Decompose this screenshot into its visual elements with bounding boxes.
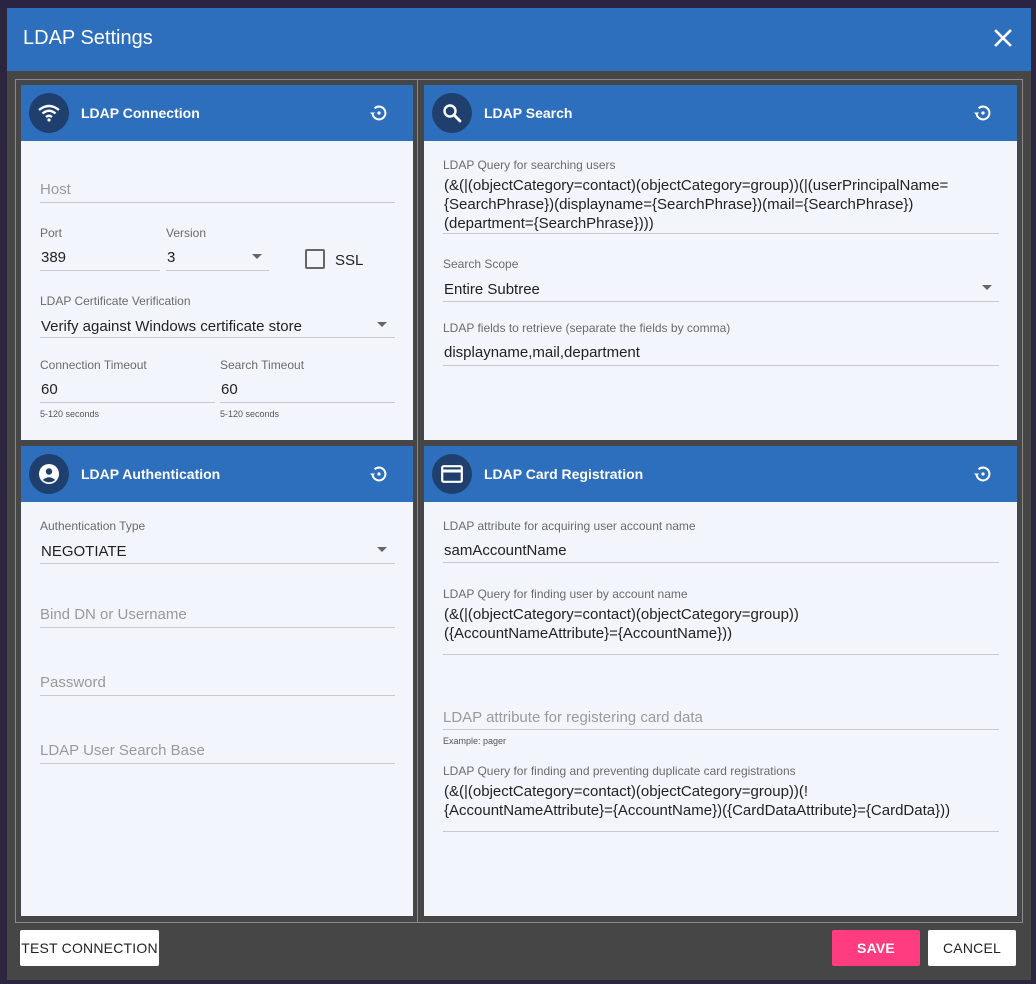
version-label: Version xyxy=(166,226,207,240)
panel-title: LDAP Search xyxy=(484,105,573,121)
search-scope-select[interactable]: Entire Subtree xyxy=(444,280,540,299)
panel-title: LDAP Card Registration xyxy=(484,466,644,482)
user-search-base-input[interactable]: LDAP User Search Base xyxy=(40,742,205,759)
panel-icon xyxy=(29,93,69,133)
connection-timeout-label: Connection Timeout xyxy=(40,358,147,372)
panel-icon xyxy=(432,454,472,494)
ldap-connection-panel: LDAP Connection Host Port 389 Version 3 … xyxy=(21,85,413,440)
connection-timeout-hint: 5-120 seconds xyxy=(40,409,100,419)
search-scope-underline xyxy=(443,301,999,302)
auth-type-label: Authentication Type xyxy=(40,519,146,533)
search-query-line: (department={SearchPhrase}))) xyxy=(444,215,654,232)
connection-timeout-underline xyxy=(40,402,215,403)
fields-to-retrieve-input[interactable]: displayname,mail,department xyxy=(444,343,640,362)
port-input[interactable]: 389 xyxy=(41,248,66,267)
ldap-search-panel: LDAP Search LDAP Query for searching use… xyxy=(424,85,1017,440)
reset-authentication-button[interactable] xyxy=(367,462,391,486)
ssl-label: SSL xyxy=(335,252,364,269)
search-scope-dropdown-icon[interactable] xyxy=(982,285,992,290)
cancel-button[interactable]: CANCEL xyxy=(928,930,1016,966)
search-timeout-label: Search Timeout xyxy=(220,358,305,372)
account-attribute-underline xyxy=(443,562,999,563)
panel-header: LDAP Card Registration xyxy=(424,446,1017,502)
panel-header: LDAP Search xyxy=(424,85,1017,141)
panel-icon xyxy=(432,93,472,133)
panels-divider xyxy=(417,79,418,923)
restore-icon xyxy=(974,105,991,121)
card-attribute-input[interactable]: LDAP attribute for registering card data xyxy=(443,709,703,726)
fields-to-retrieve-label: LDAP fields to retrieve (separate the fi… xyxy=(443,321,731,335)
host-input[interactable]: Host xyxy=(40,181,71,198)
auth-type-select[interactable]: NEGOTIATE xyxy=(41,542,127,561)
panel-title: LDAP Authentication xyxy=(81,466,221,482)
dialog-title: LDAP Settings xyxy=(23,27,153,49)
duplicate-query-line: {AccountNameAttribute}={AccountName})({C… xyxy=(444,802,951,819)
panel-title: LDAP Connection xyxy=(81,105,200,121)
ldap-settings-dialog: LDAP Settings LDAP Connection Host Port … xyxy=(7,8,1031,980)
panel-header: LDAP Authentication xyxy=(21,446,413,502)
search-timeout-hint: 5-120 seconds xyxy=(220,409,280,419)
panel-header: LDAP Connection xyxy=(21,85,413,141)
search-query-line: {SearchPhrase})(displayname={SearchPhras… xyxy=(444,196,914,213)
panel-icon xyxy=(29,454,69,494)
duplicate-query-label: LDAP Query for finding and preventing du… xyxy=(443,764,796,778)
restore-icon xyxy=(370,466,387,482)
reset-search-button[interactable] xyxy=(971,101,995,125)
user-search-base-underline xyxy=(40,763,395,764)
version-dropdown-icon[interactable] xyxy=(252,254,262,259)
test-connection-button[interactable]: TEST CONNECTION xyxy=(20,930,159,966)
dialog-header: LDAP Settings xyxy=(7,8,1031,71)
close-button[interactable] xyxy=(989,24,1017,52)
card-attribute-hint: Example: pager xyxy=(443,736,507,746)
cert-verification-select[interactable]: Verify against Windows certificate store xyxy=(41,317,302,336)
auth-type-underline xyxy=(40,563,395,564)
ssl-checkbox[interactable] xyxy=(305,249,325,269)
find-user-query-underline xyxy=(443,654,999,655)
version-select[interactable]: 3 xyxy=(167,248,175,267)
ldap-authentication-panel: LDAP Authentication Authentication Type … xyxy=(21,446,413,916)
account-attribute-input[interactable]: samAccountName xyxy=(444,541,567,560)
port-label: Port xyxy=(40,226,63,240)
close-icon xyxy=(994,29,1012,47)
search-timeout-input[interactable]: 60 xyxy=(221,380,238,399)
credit-card-icon xyxy=(441,465,463,483)
search-icon xyxy=(443,104,462,123)
account-attribute-label: LDAP attribute for acquiring user accoun… xyxy=(443,519,696,533)
connection-timeout-input[interactable]: 60 xyxy=(41,380,58,399)
password-input[interactable]: Password xyxy=(40,674,106,691)
fields-to-retrieve-underline xyxy=(443,365,999,366)
find-user-query-label: LDAP Query for finding user by account n… xyxy=(443,587,688,601)
save-button[interactable]: SAVE xyxy=(832,930,920,966)
host-underline xyxy=(40,202,395,203)
account-circle-icon xyxy=(39,464,59,484)
search-scope-label: Search Scope xyxy=(443,257,519,271)
restore-icon xyxy=(370,105,387,121)
reset-card-registration-button[interactable] xyxy=(971,462,995,486)
bind-dn-underline xyxy=(40,627,395,628)
bind-dn-input[interactable]: Bind DN or Username xyxy=(40,606,187,623)
auth-type-dropdown-icon[interactable] xyxy=(377,547,387,552)
cert-underline xyxy=(40,337,395,338)
password-underline xyxy=(40,695,395,696)
wifi-icon xyxy=(38,104,60,122)
duplicate-query-underline xyxy=(443,831,999,832)
restore-icon xyxy=(974,466,991,482)
ldap-card-registration-panel: LDAP Card Registration LDAP attribute fo… xyxy=(424,446,1017,916)
find-user-query-line: (&(|(objectCategory=contact)(objectCateg… xyxy=(444,606,799,623)
search-query-underline xyxy=(443,233,999,234)
backdrop xyxy=(0,0,1036,8)
reset-connection-button[interactable] xyxy=(367,101,391,125)
search-query-label: LDAP Query for searching users xyxy=(443,158,616,172)
duplicate-query-line: (&(|(objectCategory=contact)(objectCateg… xyxy=(444,783,809,800)
version-underline xyxy=(166,270,269,271)
card-attribute-underline xyxy=(443,729,999,730)
search-timeout-underline xyxy=(220,402,395,403)
cert-verification-label: LDAP Certificate Verification xyxy=(40,294,191,308)
search-query-line: (&(|(objectCategory=contact)(objectCateg… xyxy=(444,177,949,194)
cert-dropdown-icon[interactable] xyxy=(377,322,387,327)
find-user-query-line: ({AccountNameAttribute}={AccountName})) xyxy=(444,625,733,642)
port-underline xyxy=(40,270,160,271)
